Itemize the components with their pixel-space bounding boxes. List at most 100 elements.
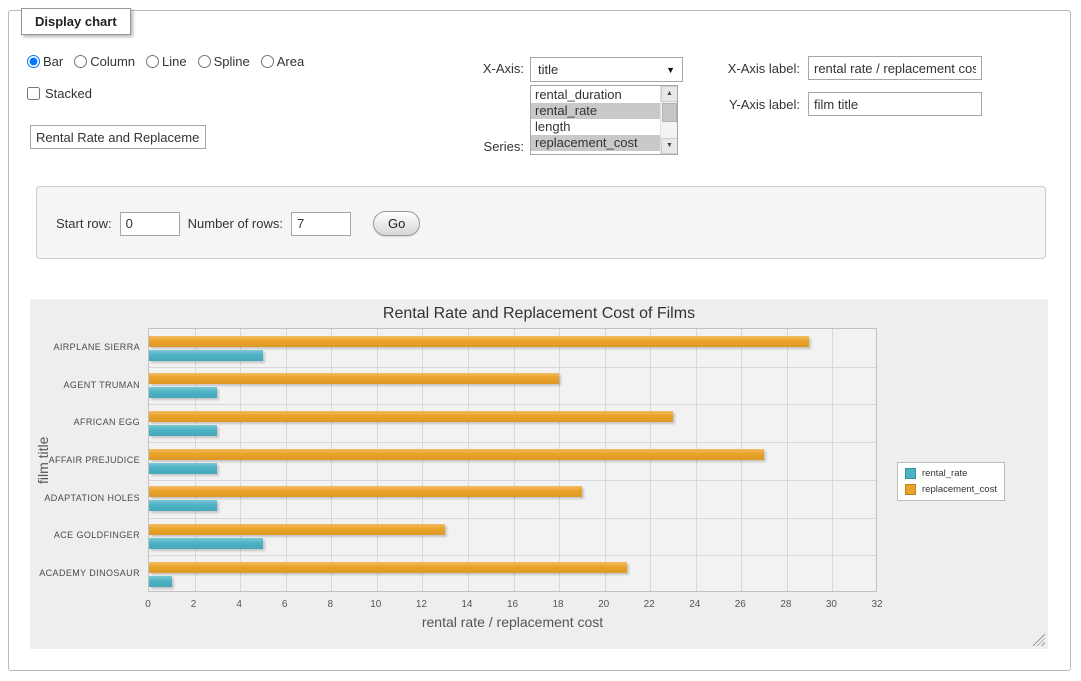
- chart-type-option-area[interactable]: Area: [261, 54, 304, 69]
- chart-type-radio-group: Bar Column Line Spline Area: [27, 54, 311, 69]
- series-option-list: rental_durationrental_ratelengthreplacem…: [531, 87, 660, 151]
- bar-replacement_cost: [149, 411, 673, 422]
- chart-type-label: Spline: [214, 54, 250, 69]
- stacked-label: Stacked: [45, 86, 92, 101]
- x-tick-label: 24: [689, 599, 700, 610]
- x-tick-label: 30: [826, 599, 837, 610]
- gridline-vertical: [514, 329, 515, 591]
- x-tick-label: 14: [461, 599, 472, 610]
- x-tick-label: 12: [416, 599, 427, 610]
- num-rows-input[interactable]: [291, 212, 351, 236]
- x-axis-selected-value: title: [538, 62, 558, 77]
- start-row-label: Start row:: [56, 216, 112, 231]
- scroll-up-icon[interactable]: ▲: [661, 86, 678, 102]
- gridline-vertical: [741, 329, 742, 591]
- bar-replacement_cost: [149, 524, 445, 535]
- gridline-vertical: [195, 329, 196, 591]
- x-tick-label: 26: [735, 599, 746, 610]
- gridline-horizontal: [149, 518, 876, 519]
- chart-type-option-column[interactable]: Column: [74, 54, 135, 69]
- x-axis-title: rental rate / replacement cost: [148, 614, 877, 630]
- bar-radio[interactable]: [27, 55, 40, 68]
- bar-rental_rate: [149, 350, 263, 361]
- plot-area: [148, 328, 877, 592]
- bar-rental_rate: [149, 425, 217, 436]
- x-tick-label: 6: [282, 599, 288, 610]
- scroll-down-icon[interactable]: ▼: [661, 138, 678, 154]
- go-button[interactable]: Go: [373, 211, 420, 236]
- line-radio[interactable]: [146, 55, 159, 68]
- legend-entry: replacement_cost: [905, 484, 997, 495]
- chart-type-option-spline[interactable]: Spline: [198, 54, 250, 69]
- listbox-scrollbar[interactable]: ▲ ▼: [660, 86, 677, 154]
- y-axis-label-input[interactable]: [808, 92, 982, 116]
- gridline-vertical: [422, 329, 423, 591]
- start-row-input[interactable]: [120, 212, 180, 236]
- panel-legend-label: Display chart: [35, 14, 117, 29]
- bar-rental_rate: [149, 576, 172, 587]
- gridline-vertical: [832, 329, 833, 591]
- chart-title: Rental Rate and Replacement Cost of Film…: [30, 305, 1048, 323]
- spline-radio[interactable]: [198, 55, 211, 68]
- chart-type-label: Line: [162, 54, 187, 69]
- x-tick-label: 22: [644, 599, 655, 610]
- y-tick-label: AIRPLANE SIERRA: [30, 342, 140, 353]
- x-tick-label: 16: [507, 599, 518, 610]
- gridline-vertical: [696, 329, 697, 591]
- x-axis-select[interactable]: title ▼: [530, 57, 683, 82]
- legend-swatch-rental_rate: [905, 468, 916, 479]
- gridline-horizontal: [149, 404, 876, 405]
- display-chart-page: Display chart Bar Column Line Spline Area St…: [0, 0, 1081, 681]
- series-option-length[interactable]: length: [531, 119, 660, 135]
- chart-canvas: Rental Rate and Replacement Cost of Film…: [30, 299, 1048, 649]
- bar-replacement_cost: [149, 486, 582, 497]
- bar-replacement_cost: [149, 449, 764, 460]
- chart-type-option-bar[interactable]: Bar: [27, 54, 63, 69]
- bar-rental_rate: [149, 463, 217, 474]
- gridline-vertical: [605, 329, 606, 591]
- area-radio[interactable]: [261, 55, 274, 68]
- y-tick-label: AGENT TRUMAN: [30, 380, 140, 391]
- bar-rental_rate: [149, 387, 217, 398]
- stacked-checkbox[interactable]: [27, 87, 40, 100]
- series-field-label: Series:: [424, 139, 524, 154]
- series-option-replacement_cost[interactable]: replacement_cost: [531, 135, 660, 151]
- num-rows-label: Number of rows:: [188, 216, 283, 231]
- chevron-down-icon: ▼: [666, 65, 675, 75]
- x-tick-label: 18: [553, 599, 564, 610]
- chart-legend: rental_rate replacement_cost: [897, 462, 1005, 501]
- x-axis-field-label: X-Axis:: [424, 61, 524, 76]
- legend-swatch-replacement_cost: [905, 484, 916, 495]
- scrollbar-thumb[interactable]: [662, 103, 677, 122]
- chart-type-option-line[interactable]: Line: [146, 54, 187, 69]
- chart-type-label: Column: [90, 54, 135, 69]
- y-axis-label-field-label: Y-Axis label:: [698, 97, 800, 112]
- y-tick-label: ACE GOLDFINGER: [30, 530, 140, 541]
- bar-replacement_cost: [149, 336, 809, 347]
- row-range-controls: Start row: Number of rows: Go: [56, 211, 420, 236]
- series-option-rental_duration[interactable]: rental_duration: [531, 87, 660, 103]
- stacked-option[interactable]: Stacked: [27, 86, 92, 101]
- chart-type-label: Bar: [43, 54, 63, 69]
- gridline-horizontal: [149, 480, 876, 481]
- series-listbox[interactable]: rental_durationrental_ratelengthreplacem…: [530, 85, 678, 155]
- bar-rental_rate: [149, 500, 217, 511]
- x-tick-label: 8: [327, 599, 333, 610]
- column-radio[interactable]: [74, 55, 87, 68]
- gridline-horizontal: [149, 555, 876, 556]
- y-tick-label: AFFAIR PREJUDICE: [30, 455, 140, 466]
- gridline-vertical: [331, 329, 332, 591]
- y-tick-label: AFRICAN EGG: [30, 417, 140, 428]
- x-axis-label-input[interactable]: [808, 56, 982, 80]
- y-tick-label: ADAPTATION HOLES: [30, 493, 140, 504]
- x-tick-label: 0: [145, 599, 151, 610]
- chart-title-input[interactable]: [30, 125, 206, 149]
- series-option-rental_rate[interactable]: rental_rate: [531, 103, 660, 119]
- gridline-vertical: [377, 329, 378, 591]
- x-tick-label: 2: [191, 599, 197, 610]
- panel-legend: Display chart: [21, 8, 131, 35]
- legend-label: replacement_cost: [922, 484, 997, 495]
- x-tick-label: 32: [871, 599, 882, 610]
- legend-entry: rental_rate: [905, 468, 997, 479]
- resize-handle-icon[interactable]: [1032, 633, 1045, 646]
